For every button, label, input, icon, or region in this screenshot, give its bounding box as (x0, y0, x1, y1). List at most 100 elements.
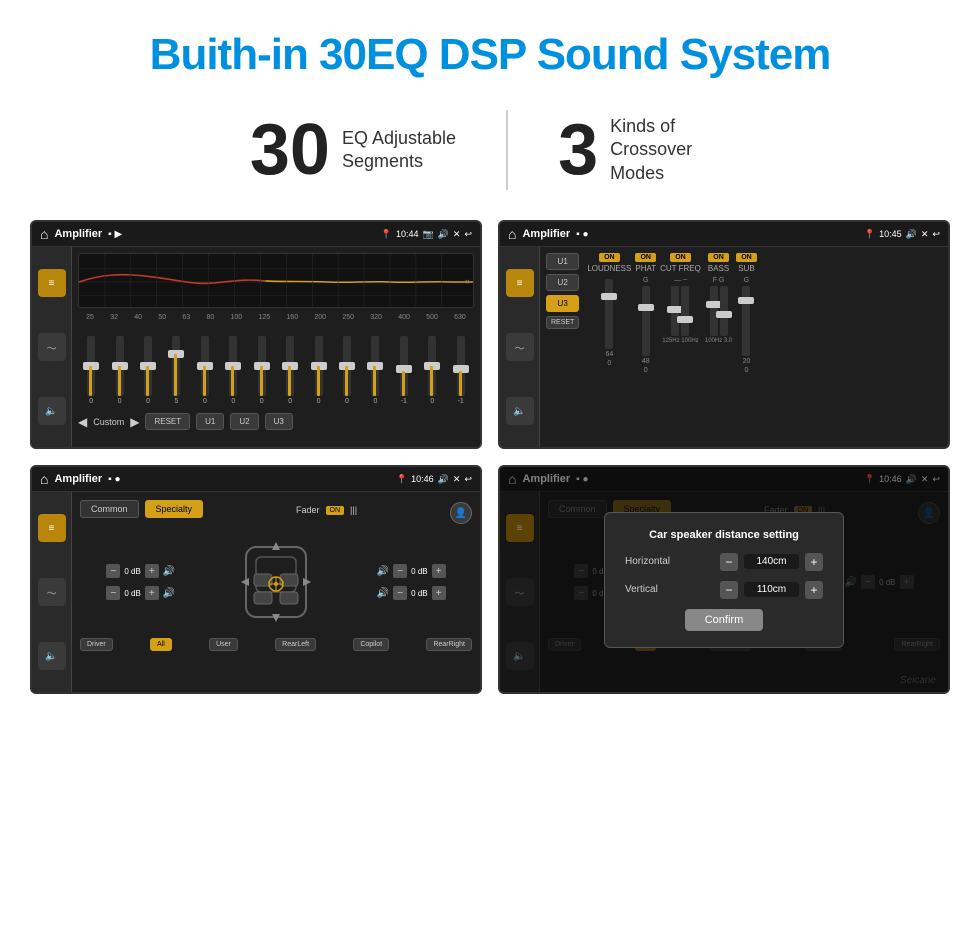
fader-toggle[interactable]: ON (326, 506, 345, 515)
slider-track[interactable] (116, 336, 124, 396)
slider-track[interactable] (87, 336, 95, 396)
phat-on[interactable]: ON (635, 253, 656, 262)
rr-speaker-icon: 🔊 (377, 588, 389, 599)
eq-icon-btn-2[interactable]: ≡ (506, 269, 534, 297)
confirm-button[interactable]: Confirm (685, 609, 764, 631)
cutfreq-slider-g[interactable] (681, 286, 689, 336)
dialog-vertical-row: Vertical − 110cm + (625, 581, 823, 599)
vertical-value: 110cm (744, 582, 799, 597)
tab-common-3[interactable]: Common (80, 500, 139, 518)
rr-plus-btn[interactable]: + (432, 586, 446, 600)
zone-rearright-3[interactable]: RearRight (426, 638, 472, 651)
slider-track[interactable] (400, 336, 408, 396)
dialog-overlay: Car speaker distance setting Horizontal … (500, 467, 948, 692)
status-bar-1: ⌂ Amplifier ▪ ▶ 📍 10:44 📷 🔊 ✕ ↩ (32, 222, 480, 247)
next-btn[interactable]: ▶ (130, 415, 139, 429)
slider-track[interactable] (315, 336, 323, 396)
zone-rearleft-3[interactable]: RearLeft (275, 638, 316, 651)
loudness-on[interactable]: ON (599, 253, 620, 262)
u3-btn[interactable]: U3 (265, 413, 293, 430)
sub-slider[interactable] (742, 286, 750, 356)
eq-bottom: ◀ Custom ▶ RESET U1 U2 U3 (78, 409, 474, 434)
screen-specialty: ⌂ Amplifier ▪ ● 📍 10:46 🔊 ✕ ↩ ≡ 〜 🔈 (30, 465, 482, 694)
volume-icon-3: 🔊 (438, 474, 449, 485)
loudness-slider[interactable] (605, 279, 613, 349)
mode-label: Custom (93, 417, 124, 427)
slider-track[interactable] (172, 336, 180, 396)
home-icon-3[interactable]: ⌂ (40, 471, 48, 487)
vertical-plus-btn[interactable]: + (805, 581, 823, 599)
slider-track[interactable] (201, 336, 209, 396)
stat-crossover-desc: Kinds of Crossover Modes (610, 115, 730, 185)
zone-copilot-3[interactable]: Copilot (353, 638, 389, 651)
zone-user-3[interactable]: User (209, 638, 238, 651)
fl-plus-btn[interactable]: + (145, 564, 159, 578)
horizontal-minus-btn[interactable]: − (720, 553, 738, 571)
side-controls-2: ≡ 〜 🔈 (500, 247, 540, 447)
u2-btn[interactable]: U2 (230, 413, 258, 430)
vertical-minus-btn[interactable]: − (720, 581, 738, 599)
cutfreq-slider-f[interactable] (671, 286, 679, 336)
profile-icon-3[interactable]: 👤 (450, 502, 472, 524)
slider-track[interactable] (371, 336, 379, 396)
slider-track[interactable] (457, 336, 465, 396)
fl-speaker-icon: 🔊 (163, 566, 175, 577)
cutfreq-on[interactable]: ON (670, 253, 691, 262)
slider-track[interactable] (258, 336, 266, 396)
wave-icon-btn[interactable]: 〜 (38, 333, 66, 361)
home-icon-2[interactable]: ⌂ (508, 226, 516, 242)
stat-eq-number: 30 (250, 114, 330, 186)
rl-minus-btn[interactable]: − (106, 586, 120, 600)
rl-plus-btn[interactable]: + (145, 586, 159, 600)
time-2: 10:45 (879, 229, 902, 239)
u2-preset-btn[interactable]: U2 (546, 274, 579, 291)
time-3: 10:46 (411, 474, 434, 484)
expand-icon[interactable]: » (465, 276, 470, 286)
specialty-header: Common Specialty Fader ON ||| 👤 (80, 500, 472, 526)
zone-driver-3[interactable]: Driver (80, 638, 113, 651)
u1-btn[interactable]: U1 (196, 413, 224, 430)
rr-minus-btn[interactable]: − (393, 586, 407, 600)
phat-slider[interactable] (642, 286, 650, 356)
fr-minus-btn[interactable]: − (393, 564, 407, 578)
dialog-horizontal-row: Horizontal − 140cm + (625, 553, 823, 571)
camera-icon-1: 📷 (422, 229, 433, 240)
crossover-main: U1 U2 U3 RESET ON LOUDNESS (540, 247, 948, 447)
tab-specialty-3[interactable]: Specialty (145, 500, 204, 518)
u1-preset-btn[interactable]: U1 (546, 253, 579, 270)
fader-label: Fader (296, 505, 320, 515)
screen1-content: ≡ 〜 🔈 (32, 247, 480, 447)
screens-grid: ⌂ Amplifier ▪ ▶ 📍 10:44 📷 🔊 ✕ ↩ ≡ 〜 🔈 (0, 220, 980, 714)
slider-track[interactable] (428, 336, 436, 396)
eq-icon-btn-3[interactable]: ≡ (38, 514, 66, 542)
side-controls-3: ≡ 〜 🔈 (32, 492, 72, 692)
wave-icon-btn-2[interactable]: 〜 (506, 333, 534, 361)
horizontal-plus-btn[interactable]: + (805, 553, 823, 571)
screen-crossover: ⌂ Amplifier ▪ ● 📍 10:45 🔊 ✕ ↩ ≡ 〜 🔈 (498, 220, 950, 449)
prev-btn[interactable]: ◀ (78, 415, 87, 429)
slider-track[interactable] (286, 336, 294, 396)
record-icon-2: ▪ ● (576, 229, 588, 240)
horizontal-label: Horizontal (625, 556, 670, 567)
home-icon-1[interactable]: ⌂ (40, 226, 48, 242)
wave-icon-btn-3[interactable]: 〜 (38, 578, 66, 606)
status-bar-2: ⌂ Amplifier ▪ ● 📍 10:45 🔊 ✕ ↩ (500, 222, 948, 247)
back-icon-3: ↩ (464, 474, 472, 485)
fr-plus-btn[interactable]: + (432, 564, 446, 578)
fl-minus-btn[interactable]: − (106, 564, 120, 578)
bass-slider-g[interactable] (720, 286, 728, 336)
speaker-icon-btn-2[interactable]: 🔈 (506, 397, 534, 425)
sub-on[interactable]: ON (736, 253, 757, 262)
reset-btn[interactable]: RESET (145, 413, 190, 430)
speaker-icon-btn-3[interactable]: 🔈 (38, 642, 66, 670)
u3-preset-btn[interactable]: U3 (546, 295, 579, 312)
zone-all-3[interactable]: All (150, 638, 172, 651)
reset-preset-btn[interactable]: RESET (546, 316, 579, 329)
slider-track[interactable] (229, 336, 237, 396)
slider-track[interactable] (343, 336, 351, 396)
eq-icon-btn[interactable]: ≡ (38, 269, 66, 297)
slider-track[interactable] (144, 336, 152, 396)
bass-on[interactable]: ON (708, 253, 729, 262)
fr-speaker-icon: 🔊 (377, 566, 389, 577)
speaker-icon-btn[interactable]: 🔈 (38, 397, 66, 425)
